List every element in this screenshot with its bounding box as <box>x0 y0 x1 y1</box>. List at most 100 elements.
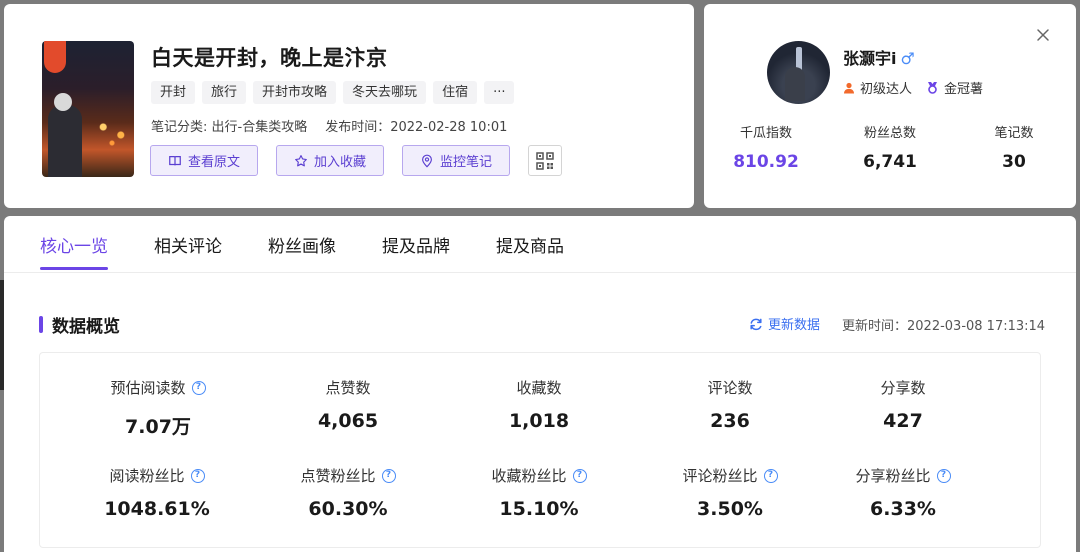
ratio-label-wrap: 评论粉丝比 ? <box>682 465 778 486</box>
note-title: 白天是开封，晚上是汴京 <box>151 46 388 70</box>
ratio-value: 15.10% <box>499 498 579 520</box>
note-category: 笔记分类: 出行-合集类攻略 <box>151 120 308 135</box>
metric-value: 4,065 <box>317 410 379 432</box>
qr-code-button[interactable] <box>528 145 563 176</box>
update-time: 更新时间：2022-03-08 17:13:14 <box>842 319 1046 334</box>
level-badge: 初级达人 <box>843 78 912 97</box>
tab-fan-profile[interactable]: 粉丝画像 <box>268 232 336 270</box>
help-icon[interactable]: ? <box>381 468 396 483</box>
ratio-shares-fans: 分享粉丝比 ? 6.33% <box>804 465 1002 520</box>
ratio-favorites-fans: 收藏粉丝比 ? 15.10% <box>422 465 656 520</box>
tab-related-comments[interactable]: 相关评论 <box>154 232 222 270</box>
person-head-graphic <box>54 93 72 111</box>
help-icon[interactable]: ? <box>191 380 206 395</box>
data-overview-box: 预估阅读数 ? 7.07万 点赞数 4,065 收藏数 1,018 评论数 23… <box>39 352 1041 548</box>
stat-followers: 粉丝总数 6,741 <box>828 122 952 172</box>
note-tag[interactable]: 旅行 <box>202 81 247 104</box>
ratio-label: 评论粉丝比 <box>682 467 758 485</box>
metric-favorites: 收藏数 1,018 <box>422 377 656 439</box>
monitor-note-button[interactable]: 监控笔记 <box>402 145 511 176</box>
metric-value: 1,018 <box>508 410 570 432</box>
star-icon <box>295 154 307 166</box>
refresh-data-label: 更新数据 <box>768 318 821 333</box>
section-accent-bar <box>39 316 43 333</box>
metric-est-reads: 预估阅读数 ? 7.07万 <box>40 377 274 439</box>
tab-bar: 核心一览 相关评论 粉丝画像 提及品牌 提及商品 <box>40 232 564 270</box>
stat-qiangua-index: 千瓜指数 810.92 <box>704 122 828 172</box>
metric-comments: 评论数 236 <box>656 377 804 439</box>
stat-value: 30 <box>1002 152 1026 172</box>
author-badges: 初级达人 金冠薯 <box>843 78 983 97</box>
metric-label-wrap: 预估阅读数 ? <box>110 377 206 398</box>
metric-value: 236 <box>710 410 750 432</box>
tab-core-overview[interactable]: 核心一览 <box>40 232 108 270</box>
crown-badge: 金冠薯 <box>926 78 983 97</box>
note-tag[interactable]: 冬天去哪玩 <box>343 81 427 104</box>
refresh-data-button[interactable]: 更新数据 <box>749 314 820 333</box>
monitor-note-label: 监控笔记 <box>440 155 493 170</box>
note-cover-image[interactable] <box>42 41 134 177</box>
stat-notes: 笔记数 30 <box>952 122 1076 172</box>
metric-label: 收藏数 <box>516 379 562 397</box>
close-icon[interactable] <box>1036 28 1050 42</box>
ratio-value: 3.50% <box>697 498 763 520</box>
note-tag[interactable]: 开封 <box>151 81 196 104</box>
stat-label: 笔记数 <box>994 126 1034 141</box>
author-card: 张灏宇i ♂ 初级达人 金冠薯 千瓜指数 810.92 粉丝总数 6,741 笔记… <box>704 4 1076 208</box>
author-name[interactable]: 张灏宇i ♂ <box>843 45 915 69</box>
note-tag[interactable]: 住宿 <box>433 81 478 104</box>
ratio-label: 阅读粉丝比 <box>109 467 185 485</box>
help-icon[interactable]: ? <box>936 468 951 483</box>
ratio-reads-fans: 阅读粉丝比 ? 1048.61% <box>40 465 274 520</box>
help-icon[interactable]: ? <box>572 468 587 483</box>
person-icon <box>844 82 854 93</box>
avatar[interactable] <box>767 41 830 104</box>
tab-mentioned-brands[interactable]: 提及品牌 <box>382 232 450 270</box>
city-lights-graphic <box>90 111 134 151</box>
ratio-value: 60.30% <box>308 498 388 520</box>
section-header: 数据概览 <box>39 312 120 337</box>
ratio-label-wrap: 阅读粉丝比 ? <box>109 465 205 486</box>
stat-value: 6,741 <box>863 152 917 172</box>
ratio-comments-fans: 评论粉丝比 ? 3.50% <box>656 465 804 520</box>
author-name-text: 张灏宇i <box>843 49 897 68</box>
ratio-label-wrap: 点赞粉丝比 ? <box>300 465 396 486</box>
ratios-row: 阅读粉丝比 ? 1048.61% 点赞粉丝比 ? 60.30% 收藏粉丝比 ? … <box>40 465 1042 520</box>
stat-label: 粉丝总数 <box>863 126 916 141</box>
help-icon[interactable]: ? <box>763 468 778 483</box>
ratio-label: 点赞粉丝比 <box>300 467 376 485</box>
note-tag[interactable]: 开封市攻略 <box>253 81 337 104</box>
ratio-label: 分享粉丝比 <box>855 467 931 485</box>
stat-label: 千瓜指数 <box>739 126 792 141</box>
add-favorite-label: 加入收藏 <box>314 155 367 170</box>
location-pin-icon <box>422 154 432 167</box>
lantern-graphic <box>44 41 66 73</box>
qr-code-icon <box>536 151 554 170</box>
metric-likes: 点赞数 4,065 <box>274 377 422 439</box>
more-tags-button[interactable]: ··· <box>484 81 515 104</box>
add-favorite-button[interactable]: 加入收藏 <box>276 145 385 176</box>
ratio-likes-fans: 点赞粉丝比 ? 60.30% <box>274 465 422 520</box>
level-badge-label: 初级达人 <box>860 82 913 97</box>
crown-badge-label: 金冠薯 <box>944 82 984 97</box>
refresh-icon <box>750 318 762 330</box>
ratio-label-wrap: 分享粉丝比 ? <box>855 465 951 486</box>
help-icon[interactable]: ? <box>190 468 205 483</box>
metric-label: 评论数 <box>707 379 753 397</box>
ratio-value: 6.33% <box>870 498 936 520</box>
book-icon <box>169 155 181 165</box>
view-original-label: 查看原文 <box>188 155 241 170</box>
person-graphic <box>48 105 82 177</box>
note-actions: 查看原文 加入收藏 监控笔记 <box>150 145 563 176</box>
metric-label: 预估阅读数 <box>110 379 186 397</box>
ratio-label-wrap: 收藏粉丝比 ? <box>491 465 587 486</box>
view-original-button[interactable]: 查看原文 <box>150 145 259 176</box>
section-title: 数据概览 <box>52 317 120 337</box>
ratio-label: 收藏粉丝比 <box>491 467 567 485</box>
note-card: 白天是开封，晚上是汴京 开封 旅行 开封市攻略 冬天去哪玩 住宿 ··· 笔记分… <box>4 4 694 208</box>
tab-mentioned-products[interactable]: 提及商品 <box>496 232 564 270</box>
metric-label: 点赞数 <box>325 379 371 397</box>
tab-divider <box>4 272 1076 273</box>
metric-value: 427 <box>883 410 923 432</box>
male-icon: ♂ <box>900 49 915 68</box>
